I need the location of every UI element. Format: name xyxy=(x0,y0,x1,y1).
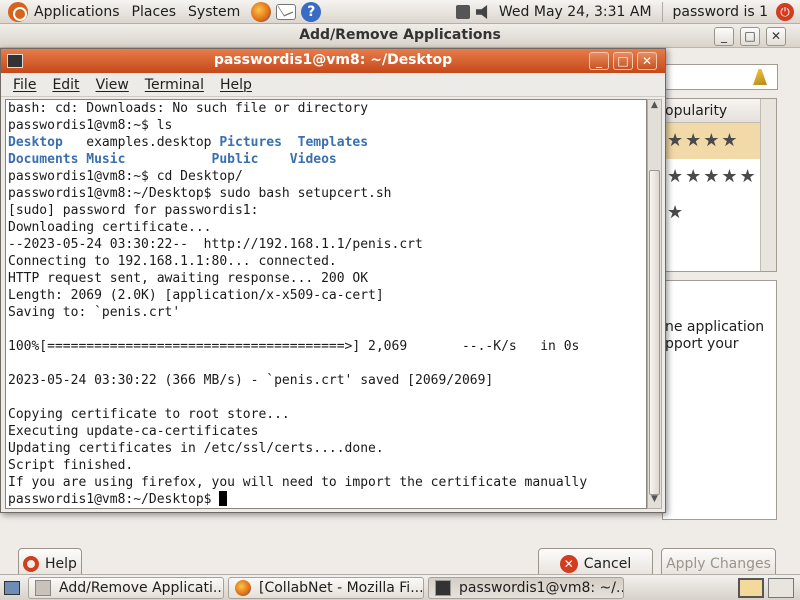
ls-entry: Public xyxy=(211,152,290,167)
help-launcher-icon[interactable]: ? xyxy=(301,1,322,22)
terminal-minimize-button[interactable]: _ xyxy=(589,52,609,70)
description-panel: ne application pport your xyxy=(662,280,777,520)
terminal-line: 2023-05-24 03:30:22 (366 MB/s) - `penis.… xyxy=(8,373,494,388)
terminal-line: Script finished. xyxy=(8,458,134,473)
firefox-icon xyxy=(235,579,251,596)
terminal-maximize-button[interactable]: □ xyxy=(613,52,633,70)
terminal-line: Connecting to 192.168.1.1:80... connecte… xyxy=(8,254,337,269)
menu-view[interactable]: View xyxy=(90,77,135,93)
mail-launcher-icon[interactable] xyxy=(276,3,297,20)
volume-icon[interactable] xyxy=(475,5,488,19)
panel-separator xyxy=(661,2,663,22)
apply-button-label: Apply Changes xyxy=(666,556,771,572)
firefox-launcher-icon[interactable] xyxy=(251,1,272,22)
terminal-line: Updating certificates in /etc/ssl/certs.… xyxy=(8,441,384,456)
power-icon[interactable]: ⏻ xyxy=(776,3,794,21)
cancel-icon: ✕ xyxy=(559,555,578,573)
terminal-line: passwordis1@vm8:~/Desktop$ sudo bash set… xyxy=(8,186,392,201)
terminal-line: [sudo] password for passwordis1: xyxy=(8,203,259,218)
terminal-line: Executing update-ca-certificates xyxy=(8,424,259,439)
menu-help[interactable]: Help xyxy=(214,77,258,93)
list-scrollbar[interactable] xyxy=(760,99,776,271)
terminal-line: passwordis1@vm8:~$ cd Desktop/ xyxy=(8,169,243,184)
system-tray: Wed May 24, 3:31 AM password is 1 ⏻ xyxy=(453,0,800,24)
terminal-cursor xyxy=(219,491,228,506)
scroll-up-arrow-icon[interactable]: ▲ xyxy=(649,100,660,114)
clear-search-icon[interactable] xyxy=(753,69,767,85)
close-button[interactable]: ✕ xyxy=(766,27,786,46)
application-list[interactable]: opularity ★★★★ ★★★★★ ★ xyxy=(662,98,777,272)
clock[interactable]: Wed May 24, 3:31 AM xyxy=(493,0,658,24)
terminal-line: bash: cd: Downloads: No such file or dir… xyxy=(8,101,369,116)
menu-terminal[interactable]: Terminal xyxy=(139,77,210,93)
terminal-line: passwordis1@vm8:~/Desktop$ xyxy=(8,491,646,508)
terminal-line: Length: 2069 (2.0K) [application/x-x509-… xyxy=(8,288,384,303)
terminal-output[interactable]: bash: cd: Downloads: No such file or dir… xyxy=(5,99,647,509)
terminal-line: HTTP request sent, awaiting response... … xyxy=(8,271,369,286)
add-remove-icon xyxy=(35,579,51,596)
ls-output-row: Desktop examples.desktop Pictures Templa… xyxy=(8,134,646,151)
ls-entry: Videos xyxy=(289,152,337,167)
terminal-line: Downloading certificate... xyxy=(8,220,212,235)
task-terminal[interactable]: passwordis1@vm8: ~/... xyxy=(428,576,624,599)
ubuntu-logo-icon[interactable] xyxy=(8,1,28,22)
ls-entry: Documents xyxy=(8,152,87,167)
ls-entry: Desktop xyxy=(8,135,87,150)
ls-entry: examples.desktop xyxy=(86,135,220,150)
terminal-menubar: File Edit View Terminal Help xyxy=(1,73,665,97)
menu-file[interactable]: File xyxy=(7,77,42,93)
terminal-title: passwordis1@vm8: ~/Desktop xyxy=(213,52,453,68)
task-firefox[interactable]: [CollabNet - Mozilla Fi... xyxy=(228,576,424,599)
scroll-down-arrow-icon[interactable]: ▼ xyxy=(649,494,660,508)
terminal-line: 100%[===================================… xyxy=(8,339,580,354)
help-lifebuoy-icon xyxy=(23,556,40,572)
task-add-remove[interactable]: Add/Remove Applicati... xyxy=(28,576,224,599)
task-label: Add/Remove Applicati... xyxy=(59,579,224,596)
maximize-button[interactable]: □ xyxy=(740,27,760,46)
terminal-scrollbar[interactable]: ▲ ▼ xyxy=(647,99,662,509)
minimize-button[interactable]: _ xyxy=(714,27,734,46)
ls-entry: Templates xyxy=(297,135,369,150)
terminal-line: passwordis1@vm8:~$ ls xyxy=(8,118,173,133)
terminal-window[interactable]: passwordis1@vm8: ~/Desktop _ □ ✕ File Ed… xyxy=(0,48,666,513)
terminal-line: If you are using firefox, you will need … xyxy=(8,475,588,490)
terminal-line: Saving to: `penis.crt' xyxy=(8,305,181,320)
show-desktop-icon[interactable] xyxy=(4,580,20,595)
terminal-text: bash: cd: Downloads: No such file or dir… xyxy=(6,100,646,508)
task-label: [CollabNet - Mozilla Fi... xyxy=(259,579,424,596)
menu-edit[interactable]: Edit xyxy=(46,77,85,93)
description-text: ne application pport your xyxy=(665,319,765,352)
search-input[interactable] xyxy=(662,64,778,90)
ls-entry: Music xyxy=(86,152,212,167)
bg-window-title: Add/Remove Applications xyxy=(299,27,501,43)
ls-entry: Pictures xyxy=(219,135,298,150)
top-panel: Applications Places System ? Wed May 24,… xyxy=(0,0,800,24)
bottom-panel: Add/Remove Applicati... [CollabNet - Moz… xyxy=(0,574,800,600)
terminal-line: --2023-05-24 03:30:22-- http://192.168.1… xyxy=(8,237,423,252)
applications-menu[interactable]: Applications xyxy=(28,0,126,24)
scrollbar-thumb[interactable] xyxy=(649,170,660,495)
terminal-titlebar[interactable]: passwordis1@vm8: ~/Desktop _ □ ✕ xyxy=(1,49,665,73)
terminal-line: Copying certificate to root store... xyxy=(8,407,290,422)
bg-window-titlebar: Add/Remove Applications _ □ ✕ xyxy=(0,24,800,48)
system-menu[interactable]: System xyxy=(182,0,246,24)
ls-output-row: Documents Music Public Videos xyxy=(8,151,646,168)
cancel-button-label: Cancel xyxy=(583,556,632,572)
user-name[interactable]: password is 1 xyxy=(667,0,774,24)
workspace-1[interactable] xyxy=(738,578,764,598)
task-label: passwordis1@vm8: ~/... xyxy=(459,579,624,596)
terminal-close-button[interactable]: ✕ xyxy=(637,52,657,70)
workspace-2[interactable] xyxy=(768,578,794,598)
help-button-label: Help xyxy=(45,556,77,572)
terminal-icon xyxy=(435,579,451,596)
network-icon[interactable] xyxy=(455,5,470,19)
places-menu[interactable]: Places xyxy=(126,0,183,24)
